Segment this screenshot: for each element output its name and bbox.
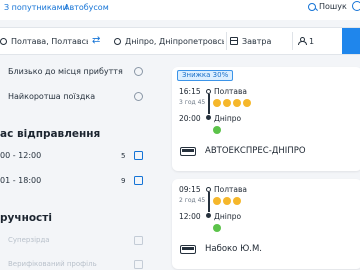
date-value: Завтра xyxy=(242,36,272,46)
departure-option-label: 00 - 12:00 xyxy=(0,151,42,160)
sort-option-label: Найкоротша поїздка xyxy=(8,92,96,101)
checkbox[interactable] xyxy=(134,151,143,160)
from-field[interactable]: Полтава, Полтавськ xyxy=(0,28,88,54)
from-value: Полтава, Полтавськ xyxy=(11,36,88,46)
amenity-option-label: Верифікований профіль xyxy=(8,260,97,268)
departure-stop: Полтава xyxy=(214,87,248,96)
bus-icon xyxy=(180,147,196,156)
trip-duration: 3 год 45 xyxy=(179,99,206,106)
carrier-name: Набоко Ю.М. xyxy=(205,244,262,254)
departure-option-count: 9 xyxy=(121,177,126,185)
arrival-time: 20:00 xyxy=(179,114,201,123)
arrival-time: 12:00 xyxy=(179,212,201,221)
nav-link-bus[interactable]: Автобусом xyxy=(64,3,109,12)
date-field[interactable]: Завтра xyxy=(230,28,290,54)
radio-button[interactable] xyxy=(134,92,143,101)
route-end-dot xyxy=(206,213,211,218)
trip-card[interactable]: 09:15 2 год 45 12:00 Полтава Дніпро Набо… xyxy=(172,179,360,269)
amenities-heading: ручності xyxy=(0,212,52,224)
wifi-icon xyxy=(213,197,221,205)
wifi-icon xyxy=(213,99,221,107)
seat-icon xyxy=(233,99,241,107)
divider xyxy=(292,32,293,50)
walk-icon xyxy=(213,126,221,134)
seat-icon xyxy=(233,197,241,205)
checkbox[interactable] xyxy=(134,260,143,269)
departure-time: 16:15 xyxy=(179,87,201,96)
profile-icon[interactable] xyxy=(352,1,360,11)
passengers-field[interactable]: 1 xyxy=(298,28,338,54)
search-button[interactable] xyxy=(342,28,360,54)
departure-option-count: 5 xyxy=(121,152,126,160)
search-icon xyxy=(308,2,316,11)
trip-card[interactable]: Знижка 30% 16:15 3 год 45 20:00 Полтава … xyxy=(172,67,360,171)
sort-option-label: Близько до місця прибуття xyxy=(8,67,123,76)
nav-link-carpool[interactable]: З попутниками xyxy=(4,3,68,12)
departure-time: 09:15 xyxy=(179,185,201,194)
search-label: Пошук xyxy=(319,2,347,11)
radio-button[interactable] xyxy=(134,67,143,76)
route-line xyxy=(208,94,210,114)
passengers-value: 1 xyxy=(309,36,315,46)
search-bar: Полтава, Полтавськ ⇄ Дніпро, Дніпропетро… xyxy=(0,27,360,55)
usb-icon xyxy=(223,99,231,107)
discount-badge: Знижка 30% xyxy=(177,70,234,81)
divider xyxy=(226,32,227,50)
trip-duration: 2 год 45 xyxy=(179,197,206,204)
departure-stop: Полтава xyxy=(214,185,248,194)
luggage-icon xyxy=(243,99,251,107)
amenity-option-label: Суперзірда xyxy=(8,236,50,244)
top-navigation: З попутниками Автобусом Пошук xyxy=(0,0,360,20)
departure-option-label: 01 - 18:00 xyxy=(0,176,42,185)
bus-icon xyxy=(180,245,196,254)
search-link[interactable]: Пошук xyxy=(308,2,347,11)
checkbox[interactable] xyxy=(134,236,143,245)
person-icon xyxy=(298,37,307,45)
carrier-name: АВТОЕКСПРЕС-ДНІПРО xyxy=(205,146,306,156)
departure-time-heading: ас відправлення xyxy=(0,128,101,140)
destination-icon xyxy=(114,37,121,45)
origin-icon xyxy=(0,37,7,45)
to-value: Дніпро, Дніпропетровська о xyxy=(125,36,224,46)
route-line xyxy=(208,192,210,212)
arrival-stop: Дніпро xyxy=(214,114,242,123)
walk-icon xyxy=(213,224,221,232)
calendar-icon xyxy=(230,37,238,45)
usb-icon xyxy=(223,197,231,205)
swap-icon[interactable]: ⇄ xyxy=(92,35,100,47)
to-field[interactable]: Дніпро, Дніпропетровська о xyxy=(114,28,224,54)
arrival-stop: Дніпро xyxy=(214,212,242,221)
route-end-dot xyxy=(206,115,211,120)
checkbox[interactable] xyxy=(134,176,143,185)
